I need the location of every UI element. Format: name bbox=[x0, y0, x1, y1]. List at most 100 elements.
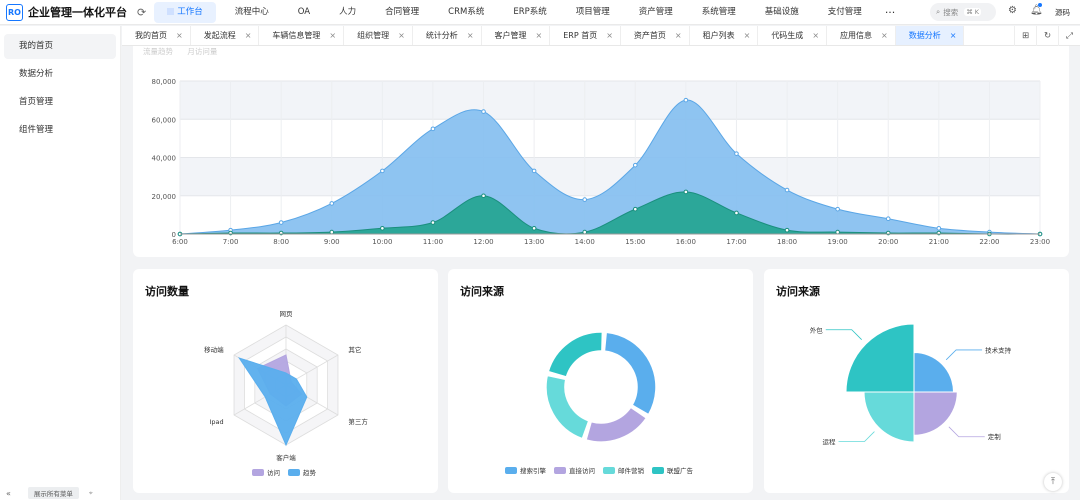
search-placeholder: 搜索 bbox=[943, 7, 959, 17]
x-tick-label: 20:00 bbox=[878, 238, 898, 246]
legend-label: 访问 bbox=[267, 469, 280, 477]
top-menu: 工作台 流程中心 OA 人力 合同管理 CRM系统 ERP系统 项目管理 资产管… bbox=[154, 0, 895, 25]
tab-erp-home[interactable]: ERP 首页 × bbox=[550, 26, 621, 45]
rose-leader-line bbox=[838, 431, 875, 442]
data-point[interactable] bbox=[329, 229, 335, 235]
sidebar-item-my-home[interactable]: 我的首页 bbox=[4, 34, 116, 59]
tab-org-management[interactable]: 组织管理 × bbox=[344, 26, 413, 45]
data-point[interactable] bbox=[481, 193, 486, 199]
tab-tenants[interactable]: 租户列表 × bbox=[690, 26, 759, 45]
menu-item-infrastructure[interactable]: 基础设施 bbox=[755, 2, 809, 23]
data-point[interactable] bbox=[683, 97, 689, 103]
fullscreen-icon[interactable]: ⤢ bbox=[1058, 26, 1080, 46]
donut-chart bbox=[545, 331, 657, 443]
menu-item-oa[interactable]: OA bbox=[288, 2, 320, 23]
donut-slice[interactable] bbox=[585, 406, 648, 443]
search-input[interactable]: ⌕ 搜索 ⌘ K bbox=[930, 3, 996, 21]
data-point[interactable] bbox=[531, 168, 537, 174]
close-icon[interactable]: × bbox=[950, 31, 957, 40]
menu-item-payments[interactable]: 支付管理 bbox=[818, 2, 872, 23]
top-navigation-bar: RO 企业管理一体化平台 ⟳ 工作台 流程中心 OA 人力 合同管理 CRM系统… bbox=[0, 0, 1080, 25]
data-point[interactable] bbox=[430, 220, 436, 225]
tab-label: 客户管理 bbox=[494, 31, 527, 40]
data-point[interactable] bbox=[683, 189, 689, 195]
grid-icon[interactable]: ⊞ bbox=[1014, 26, 1036, 46]
tab-start-process[interactable]: 发起流程 × bbox=[191, 26, 260, 45]
close-icon[interactable]: × bbox=[881, 31, 888, 40]
data-point[interactable] bbox=[835, 229, 840, 235]
menu-item-process-center[interactable]: 流程中心 bbox=[225, 2, 279, 23]
gear-icon[interactable]: ⚙ bbox=[1008, 5, 1017, 16]
menu-item-workbench[interactable]: 工作台 bbox=[154, 1, 216, 23]
sidebar-item-data-analysis[interactable]: 数据分析 bbox=[4, 62, 116, 87]
legend-item-ads[interactable]: 联盟广告 bbox=[652, 465, 693, 475]
close-icon[interactable]: × bbox=[812, 31, 819, 40]
data-point[interactable] bbox=[278, 220, 284, 225]
sidebar-item-home-management[interactable]: 首页管理 bbox=[4, 90, 116, 115]
data-point[interactable] bbox=[430, 126, 436, 132]
more-menu-icon[interactable]: ··· bbox=[885, 6, 896, 19]
tab-codegen[interactable]: 代码生成 × bbox=[758, 26, 828, 45]
tab-my-home[interactable]: 我的首页 × bbox=[122, 26, 191, 45]
legend-item-search-engine[interactable]: 搜索引擎 bbox=[505, 465, 546, 475]
data-point[interactable] bbox=[632, 162, 638, 168]
data-point[interactable] bbox=[936, 225, 942, 231]
tab-customers[interactable]: 客户管理 × bbox=[482, 26, 551, 45]
data-point[interactable] bbox=[784, 187, 790, 193]
legend-item-direct[interactable]: 直接访问 bbox=[554, 465, 595, 475]
show-all-menus-button[interactable]: 展示所有菜单 bbox=[27, 487, 79, 499]
data-point[interactable] bbox=[481, 109, 486, 114]
donut-slice[interactable] bbox=[545, 374, 590, 440]
menu-item-assets[interactable]: 资产管理 bbox=[629, 2, 683, 23]
donut-slice[interactable] bbox=[603, 331, 657, 416]
back-to-top-button[interactable]: ⤒ bbox=[1044, 473, 1062, 491]
data-point[interactable] bbox=[380, 225, 385, 231]
tab-app-info[interactable]: 应用信息 × bbox=[827, 26, 896, 45]
data-point[interactable] bbox=[582, 229, 588, 235]
tab-assets-home[interactable]: 资产首页 × bbox=[621, 26, 690, 45]
data-point[interactable] bbox=[329, 201, 335, 206]
menu-item-contracts[interactable]: 合同管理 bbox=[375, 2, 429, 23]
reload-icon[interactable]: ↻ bbox=[1036, 26, 1058, 46]
legend-item-visits[interactable]: 访问 bbox=[252, 467, 280, 477]
data-point[interactable] bbox=[885, 216, 891, 221]
close-icon[interactable]: × bbox=[245, 31, 252, 40]
menu-item-system[interactable]: 系统管理 bbox=[692, 2, 746, 23]
radar-indicator-label: 移动端 bbox=[204, 345, 224, 354]
refresh-icon[interactable]: ⟳ bbox=[137, 6, 146, 19]
data-point[interactable] bbox=[835, 206, 840, 212]
data-point[interactable] bbox=[734, 210, 739, 216]
legend-label: 搜索引擎 bbox=[520, 467, 546, 475]
data-point[interactable] bbox=[531, 225, 537, 231]
menu-item-erp[interactable]: ERP系统 bbox=[503, 2, 556, 23]
app-logo[interactable]: RO bbox=[6, 3, 23, 21]
menu-item-hr[interactable]: 人力 bbox=[329, 2, 366, 23]
close-icon[interactable]: × bbox=[675, 31, 682, 40]
x-tick-label: 19:00 bbox=[828, 238, 848, 246]
data-point[interactable] bbox=[734, 151, 739, 156]
close-icon[interactable]: × bbox=[398, 31, 405, 40]
close-icon[interactable]: × bbox=[606, 31, 613, 40]
close-icon[interactable]: × bbox=[176, 31, 183, 40]
close-icon[interactable]: × bbox=[536, 31, 543, 40]
data-point[interactable] bbox=[784, 227, 790, 233]
data-point[interactable] bbox=[582, 197, 588, 202]
user-name[interactable]: 源码 bbox=[1055, 7, 1070, 18]
tab-statistics[interactable]: 统计分析 × bbox=[413, 26, 482, 45]
menu-item-crm[interactable]: CRM系统 bbox=[438, 2, 494, 23]
menu-item-projects[interactable]: 项目管理 bbox=[566, 2, 620, 23]
pin-icon[interactable]: ⌖ bbox=[89, 489, 93, 498]
close-icon[interactable]: × bbox=[467, 31, 474, 40]
data-point[interactable] bbox=[380, 168, 385, 174]
data-point[interactable] bbox=[632, 206, 638, 212]
tab-data-analysis[interactable]: 数据分析 × bbox=[895, 26, 965, 45]
sidebar-item-component-management[interactable]: 组件管理 bbox=[4, 118, 116, 143]
legend-item-trend[interactable]: 趋势 bbox=[288, 467, 316, 477]
legend-item-email[interactable]: 邮件营销 bbox=[603, 465, 644, 475]
collapse-sidebar-icon[interactable]: « bbox=[6, 489, 11, 498]
x-tick-label: 13:00 bbox=[524, 238, 544, 246]
donut-slice[interactable] bbox=[547, 331, 604, 378]
close-icon[interactable]: × bbox=[744, 31, 751, 40]
close-icon[interactable]: × bbox=[329, 31, 336, 40]
tab-vehicle-info[interactable]: 车辆信息管理 × bbox=[259, 26, 345, 45]
